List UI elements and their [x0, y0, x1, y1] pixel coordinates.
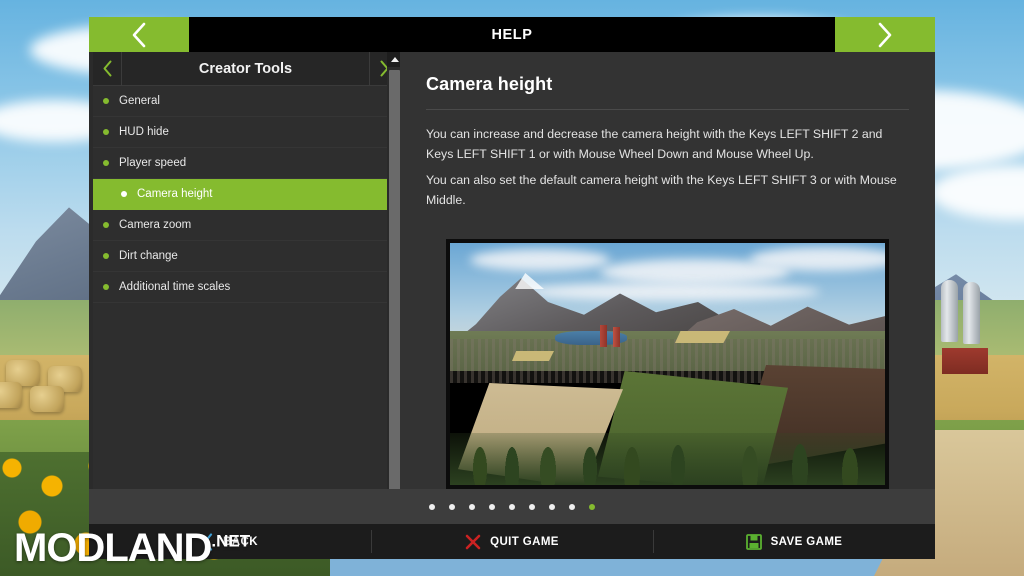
quit-game-button-label: QUIT GAME [490, 535, 559, 548]
page-dot[interactable] [469, 503, 475, 510]
content-divider [426, 109, 909, 110]
screenshot-silo [600, 325, 607, 347]
sidebar-header: Creator Tools [93, 51, 398, 86]
sidebar-item-general[interactable]: General [93, 86, 398, 117]
page-title: HELP [491, 26, 533, 43]
chevron-left-icon [132, 22, 146, 47]
hay-bale [0, 382, 22, 408]
sidebar-previous-category-button[interactable] [93, 52, 121, 86]
window-title-bar: HELP [189, 17, 835, 52]
content-screenshot [446, 239, 889, 489]
sidebar-item-camera-zoom[interactable]: Camera zoom [93, 210, 398, 241]
bottom-action-bar: BACK QUIT GAME SAVE GAME [89, 524, 935, 559]
chevron-right-icon [878, 22, 892, 47]
screenshot-field [675, 331, 730, 343]
help-menu-window: HELP Creator Tools General HUD hide Play… [89, 17, 935, 559]
sidebar-item-additional-time-scales[interactable]: Additional time scales [93, 272, 398, 303]
page-dot[interactable] [529, 503, 535, 510]
screenshot-forest [450, 433, 885, 485]
screenshot-field [512, 351, 554, 361]
page-dot[interactable] [489, 503, 495, 510]
sidebar-item-camera-height[interactable]: Camera height [93, 179, 398, 210]
silo [941, 280, 958, 342]
chevron-left-icon [203, 532, 213, 551]
sidebar-item-label: General [119, 95, 160, 107]
bullet-icon [103, 129, 109, 135]
chevron-left-icon [103, 60, 111, 77]
sidebar-item-label: HUD hide [119, 126, 169, 138]
sidebar: Creator Tools General HUD hide Player sp… [93, 51, 402, 524]
quit-game-button[interactable]: QUIT GAME [371, 524, 653, 559]
sidebar-item-label: Camera height [137, 188, 213, 200]
sidebar-item-label: Additional time scales [119, 281, 231, 293]
sidebar-item-dirt-change[interactable]: Dirt change [93, 241, 398, 272]
sidebar-menu-list: General HUD hide Player speed Camera hei… [93, 86, 398, 303]
sidebar-item-player-speed[interactable]: Player speed [93, 148, 398, 179]
hay-bale [30, 386, 64, 412]
content-paragraph-1: You can increase and decrease the camera… [426, 127, 883, 161]
page-indicator [89, 489, 935, 524]
next-page-button[interactable] [835, 17, 935, 52]
back-button[interactable]: BACK [89, 524, 371, 559]
page-dot[interactable] [429, 503, 435, 510]
bullet-icon [103, 284, 109, 290]
sidebar-item-label: Camera zoom [119, 219, 192, 231]
screenshot-scene [450, 243, 885, 485]
cloud [470, 249, 610, 271]
save-game-button-label: SAVE GAME [770, 535, 843, 548]
page-dot[interactable] [449, 503, 455, 510]
triangle-up-icon [390, 57, 399, 62]
screenshot-silo [613, 327, 620, 347]
page-dot[interactable] [549, 503, 555, 510]
cross-icon [465, 534, 481, 549]
previous-page-button[interactable] [89, 17, 189, 52]
sidebar-item-hud-hide[interactable]: HUD hide [93, 117, 398, 148]
sidebar-title: Creator Tools [198, 60, 293, 77]
page-dot[interactable] [509, 503, 515, 510]
page-dot[interactable] [569, 503, 575, 510]
barn [942, 348, 988, 374]
bullet-icon [103, 160, 109, 166]
sidebar-item-label: Dirt change [119, 250, 178, 262]
silo [963, 282, 980, 344]
page-dot-active[interactable] [589, 503, 595, 510]
back-button-label: BACK [223, 535, 258, 548]
scrollbar-thumb[interactable] [389, 70, 400, 510]
window-top-bar: HELP [89, 17, 935, 52]
window-body: Creator Tools General HUD hide Player sp… [89, 51, 935, 524]
content-heading: Camera height [426, 74, 553, 94]
bullet-icon [103, 253, 109, 259]
save-game-button[interactable]: SAVE GAME [653, 524, 935, 559]
cloud [520, 283, 820, 301]
bullet-icon [103, 98, 109, 104]
sidebar-item-label: Player speed [119, 157, 187, 169]
floppy-disk-icon [745, 533, 762, 550]
bullet-icon [121, 191, 127, 197]
content-paragraph-2: You can also set the default camera heig… [426, 173, 897, 207]
bullet-icon [103, 222, 109, 228]
